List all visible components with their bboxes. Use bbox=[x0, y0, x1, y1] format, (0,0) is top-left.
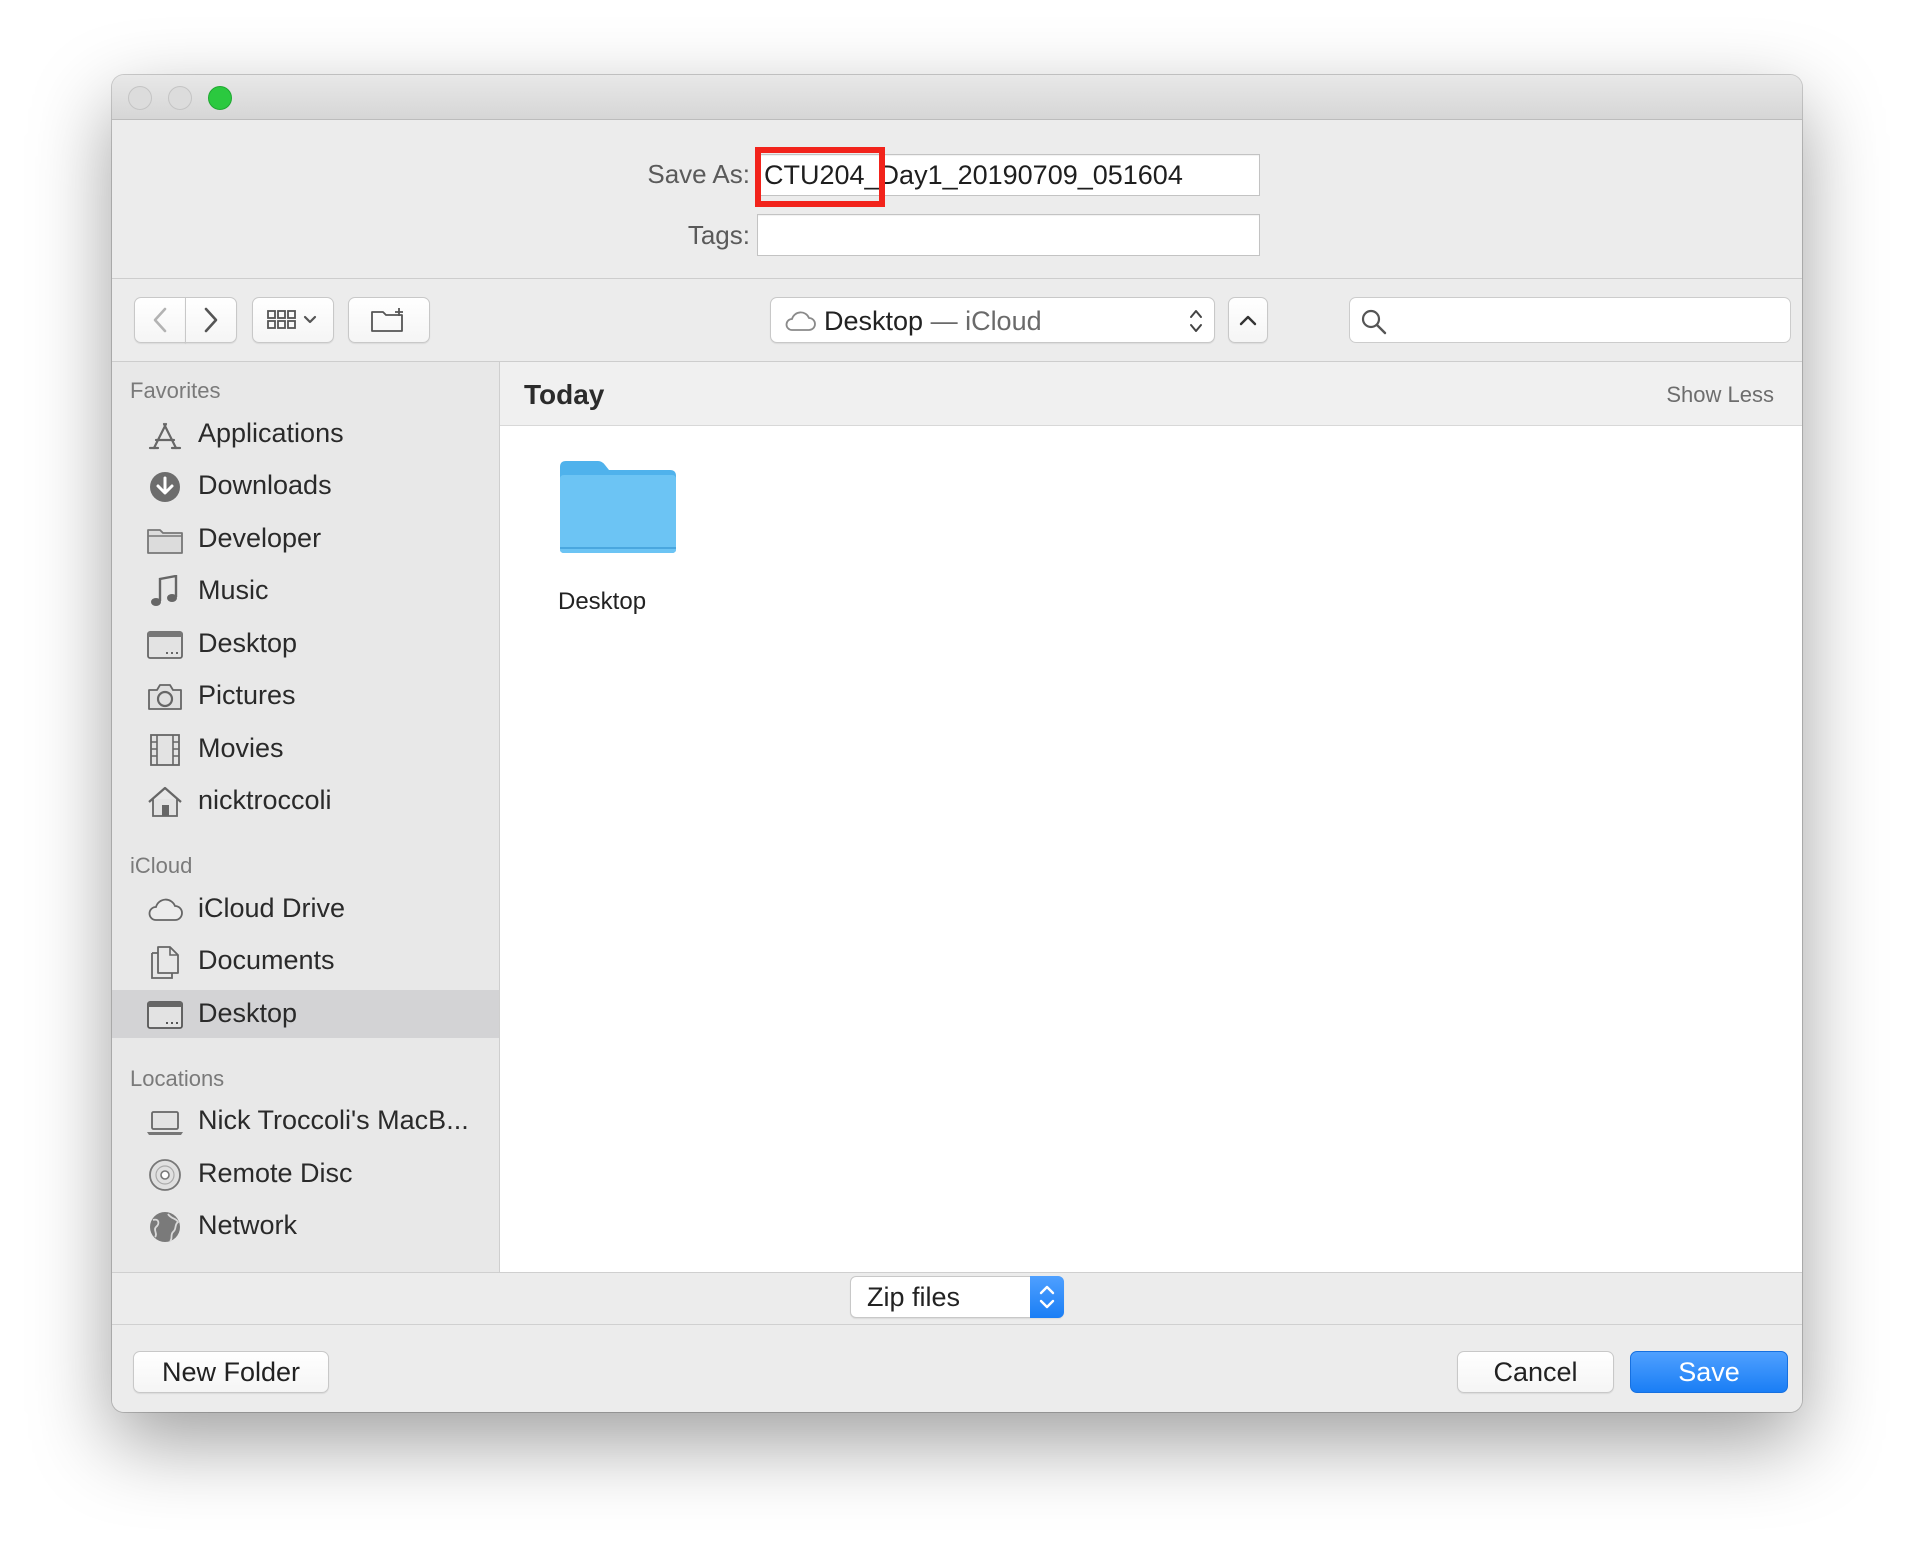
tags-label: Tags: bbox=[687, 220, 750, 250]
sidebar-item-home[interactable]: nicktroccoli bbox=[112, 777, 499, 825]
format-stepper[interactable] bbox=[1030, 1276, 1064, 1318]
globe-icon bbox=[150, 1212, 180, 1242]
sidebar-section-favorites: Favorites bbox=[130, 378, 221, 403]
sidebar-section-locations: Locations bbox=[130, 1066, 225, 1091]
sidebar-item-label: Pictures bbox=[198, 680, 296, 710]
save-button[interactable]: Save bbox=[1630, 1351, 1788, 1393]
cloud-icon bbox=[785, 311, 816, 331]
footer: Zip files New Folder Cancel Save bbox=[112, 1272, 1802, 1412]
title-bar bbox=[112, 75, 1802, 120]
format-value: Zip files bbox=[867, 1282, 961, 1312]
sidebar-item-icloud-desktop[interactable]: Desktop bbox=[112, 990, 499, 1038]
sidebar-item-label: Downloads bbox=[198, 470, 332, 500]
tags-field[interactable] bbox=[757, 214, 1260, 256]
grid-view-icon bbox=[267, 310, 317, 329]
sidebar-item-label: iCloud Drive bbox=[198, 893, 346, 923]
sidebar-item-desktop[interactable]: Desktop bbox=[112, 620, 499, 668]
sidebar-item-label: Nick Troccoli's MacB... bbox=[198, 1105, 469, 1135]
updown-chevron-icon bbox=[1190, 310, 1202, 332]
file-browser: Today Show Less Desktop bbox=[500, 362, 1802, 1272]
disc-icon bbox=[149, 1159, 181, 1191]
home-icon bbox=[148, 786, 182, 817]
new-folder-icon bbox=[371, 308, 403, 332]
sidebar-item-icloud-drive[interactable]: iCloud Drive bbox=[112, 885, 499, 933]
film-icon bbox=[150, 734, 180, 766]
sidebar-section-icloud: iCloud bbox=[130, 853, 193, 878]
sidebar-item-label: Movies bbox=[198, 733, 284, 763]
applications-icon bbox=[148, 422, 182, 450]
save-as-label: Save As: bbox=[647, 159, 750, 189]
sidebar: Favorites Applications Downloads Develop… bbox=[112, 362, 500, 1272]
downloads-icon bbox=[150, 472, 180, 502]
sidebar-item-label: nicktroccoli bbox=[198, 785, 332, 815]
sidebar-item-label: Developer bbox=[198, 523, 322, 553]
folder-icon bbox=[147, 529, 183, 554]
file-name: Desktop bbox=[558, 588, 647, 615]
updown-chevron-icon bbox=[1039, 1285, 1055, 1309]
back-button[interactable] bbox=[134, 297, 186, 343]
chevron-right-icon bbox=[204, 307, 218, 333]
sidebar-item-label: Applications bbox=[198, 418, 344, 448]
chevron-left-icon bbox=[153, 307, 167, 333]
sidebar-item-movies[interactable]: Movies bbox=[112, 725, 499, 773]
location-name: Desktop bbox=[824, 306, 924, 336]
sidebar-item-label: Remote Disc bbox=[198, 1158, 353, 1188]
sidebar-item-label: Network bbox=[198, 1210, 298, 1240]
desktop-icon bbox=[147, 631, 183, 659]
location-source: — iCloud bbox=[923, 306, 1042, 336]
location-popup[interactable]: Desktop — iCloud bbox=[770, 297, 1215, 343]
new-folder-button[interactable]: New Folder bbox=[133, 1351, 329, 1393]
minimize-light[interactable] bbox=[168, 86, 192, 110]
desktop-icon bbox=[147, 1001, 183, 1029]
sidebar-item-remote-disc[interactable]: Remote Disc bbox=[112, 1150, 499, 1198]
format-popup[interactable]: Zip files bbox=[850, 1276, 1064, 1318]
close-light[interactable] bbox=[128, 86, 152, 110]
cloud-icon bbox=[148, 898, 183, 921]
save-dialog: Save As: CTU204_Day1_20190709_051604 Tag… bbox=[112, 75, 1802, 1412]
view-options-button[interactable] bbox=[252, 297, 334, 343]
folder-icon bbox=[560, 461, 676, 553]
separator bbox=[112, 1324, 1802, 1325]
group-header: Today Show Less bbox=[500, 362, 1802, 426]
sidebar-item-macbook[interactable]: Nick Troccoli's MacB... bbox=[112, 1097, 499, 1145]
sidebar-item-documents[interactable]: Documents bbox=[112, 937, 499, 985]
zoom-light[interactable] bbox=[208, 86, 232, 110]
separator bbox=[112, 278, 1802, 279]
search-icon bbox=[1361, 309, 1387, 335]
sidebar-item-music[interactable]: Music bbox=[112, 567, 499, 615]
sidebar-item-downloads[interactable]: Downloads bbox=[112, 462, 499, 510]
sidebar-item-label: Desktop bbox=[198, 628, 298, 658]
documents-icon bbox=[151, 946, 179, 979]
chevron-up-icon bbox=[1239, 315, 1257, 326]
sidebar-item-label: Music bbox=[198, 575, 269, 605]
music-icon bbox=[151, 575, 178, 606]
sidebar-item-label: Documents bbox=[198, 945, 335, 975]
forward-button[interactable] bbox=[185, 297, 237, 343]
camera-icon bbox=[148, 684, 182, 710]
sidebar-item-pictures[interactable]: Pictures bbox=[112, 672, 499, 720]
sidebar-item-developer[interactable]: Developer bbox=[112, 515, 499, 563]
save-as-field[interactable]: CTU204_Day1_20190709_051604 bbox=[757, 154, 1260, 196]
laptop-icon bbox=[147, 1111, 183, 1135]
group-title: Today bbox=[524, 379, 605, 410]
show-less-button[interactable]: Show Less bbox=[1666, 382, 1774, 408]
new-folder-toolbar-button[interactable] bbox=[348, 297, 430, 343]
sidebar-item-label: Desktop bbox=[198, 998, 298, 1028]
cancel-button[interactable]: Cancel bbox=[1457, 1351, 1614, 1393]
expand-collapse-button[interactable] bbox=[1228, 297, 1268, 343]
search-field[interactable] bbox=[1349, 297, 1791, 343]
sidebar-item-applications[interactable]: Applications bbox=[112, 410, 499, 458]
sidebar-item-network[interactable]: Network bbox=[112, 1202, 499, 1250]
